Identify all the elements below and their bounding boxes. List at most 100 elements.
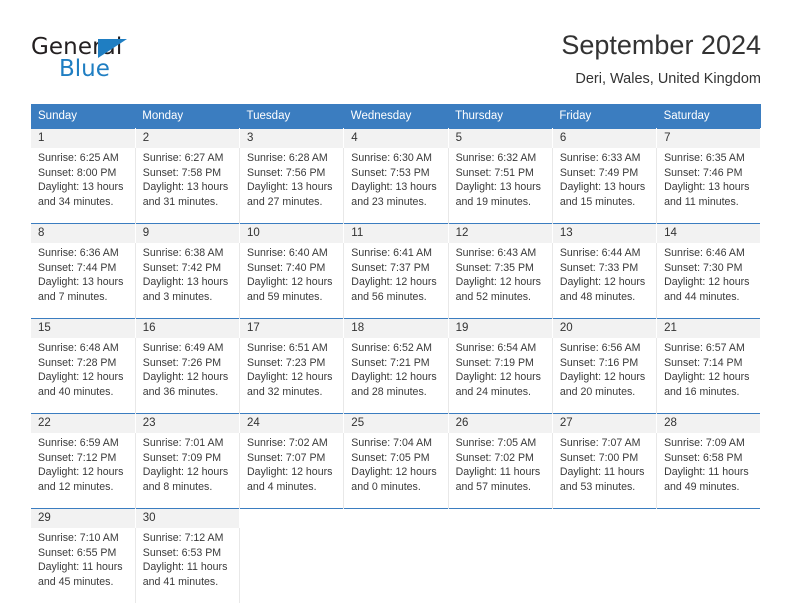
day-detail-cell[interactable]: Sunrise: 6:52 AM Sunset: 7:21 PM Daylight:…: [343, 338, 449, 414]
day-number-cell[interactable]: 14: [656, 223, 762, 243]
day-detail-cell[interactable]: Sunrise: 6:46 AM Sunset: 7:30 PM Daylight:…: [656, 243, 761, 319]
empty-day-cell: [239, 508, 345, 528]
sunset-text: Sunset: 7:44 PM: [38, 261, 117, 274]
daylight-text: Daylight: 12 hours and 52 minutes.: [455, 276, 541, 303]
day-number-cell[interactable]: 12: [448, 223, 553, 243]
day-detail-cell[interactable]: Sunrise: 6:43 AM Sunset: 7:35 PM Daylight:…: [448, 243, 553, 319]
day-number-cell[interactable]: 5: [448, 128, 553, 148]
sunset-text: Sunset: 7:05 PM: [351, 451, 430, 464]
sunrise-text: Sunrise: 6:59 AM: [38, 437, 119, 449]
logo-text-blue: Blue: [59, 56, 110, 82]
page-title: September 2024: [561, 30, 761, 60]
sunset-text: Sunset: 7:23 PM: [247, 356, 326, 369]
day-detail-cell[interactable]: Sunrise: 6:38 AM Sunset: 7:42 PM Daylight:…: [135, 243, 241, 319]
weekday-header-friday: Friday: [552, 104, 657, 129]
day-detail-cell[interactable]: Sunrise: 6:49 AM Sunset: 7:26 PM Daylight:…: [135, 338, 241, 414]
day-number-cell[interactable]: 24: [239, 413, 345, 433]
day-number-cell[interactable]: 7: [656, 128, 762, 148]
sunset-text: Sunset: 7:37 PM: [351, 261, 430, 274]
sunset-text: Sunset: 7:12 PM: [38, 451, 117, 464]
sunrise-text: Sunrise: 6:57 AM: [664, 342, 745, 354]
sunset-text: Sunset: 7:35 PM: [455, 261, 534, 274]
day-number-cell[interactable]: 20: [552, 318, 658, 338]
day-number-cell[interactable]: 8: [31, 223, 136, 243]
day-number-cell[interactable]: 9: [135, 223, 241, 243]
day-number-cell[interactable]: 10: [239, 223, 345, 243]
sunset-text: Sunset: 7:16 PM: [559, 356, 639, 369]
sunset-text: Sunset: 7:21 PM: [351, 356, 430, 369]
day-detail-cell[interactable]: Sunrise: 7:09 AM Sunset: 6:58 PM Daylight:…: [656, 433, 761, 509]
day-detail-cell[interactable]: Sunrise: 6:44 AM Sunset: 7:33 PM Daylight:…: [552, 243, 658, 319]
sunrise-text: Sunrise: 6:43 AM: [455, 247, 537, 259]
sunset-text: Sunset: 8:00 PM: [38, 166, 117, 179]
day-detail-cell[interactable]: Sunrise: 6:35 AM Sunset: 7:46 PM Daylight:…: [656, 148, 761, 224]
day-number-cell[interactable]: 30: [135, 508, 241, 528]
sunrise-text: Sunrise: 6:54 AM: [455, 342, 537, 354]
week-daynumber-row: 22 23 24 25 26 27 28: [31, 413, 762, 433]
day-detail-cell[interactable]: Sunrise: 7:07 AM Sunset: 7:00 PM Daylight:…: [552, 433, 658, 509]
calendar-header-row: Sunday Monday Tuesday Wednesday Thursday…: [31, 104, 761, 129]
sunset-text: Sunset: 7:30 PM: [664, 261, 743, 274]
sunrise-text: Sunrise: 7:12 AM: [142, 532, 224, 544]
sunset-text: Sunset: 6:58 PM: [664, 451, 743, 464]
day-number-cell[interactable]: 16: [135, 318, 241, 338]
day-number-cell[interactable]: 2: [135, 128, 241, 148]
day-detail-cell[interactable]: Sunrise: 6:28 AM Sunset: 7:56 PM Daylight:…: [239, 148, 345, 224]
day-detail-cell[interactable]: Sunrise: 6:51 AM Sunset: 7:23 PM Daylight:…: [239, 338, 345, 414]
day-detail-cell[interactable]: Sunrise: 6:33 AM Sunset: 7:49 PM Daylight:…: [552, 148, 658, 224]
day-number-cell[interactable]: 13: [552, 223, 658, 243]
day-detail-cell[interactable]: Sunrise: 6:36 AM Sunset: 7:44 PM Daylight:…: [31, 243, 136, 319]
daylight-text: Daylight: 11 hours and 41 minutes.: [142, 561, 228, 588]
day-number-cell[interactable]: 3: [239, 128, 345, 148]
daylight-text: Daylight: 12 hours and 32 minutes.: [247, 371, 333, 398]
day-detail-cell[interactable]: Sunrise: 7:01 AM Sunset: 7:09 PM Daylight:…: [135, 433, 241, 509]
day-number-cell[interactable]: 15: [31, 318, 136, 338]
day-detail-cell[interactable]: Sunrise: 7:10 AM Sunset: 6:55 PM Daylight:…: [31, 528, 136, 603]
day-detail-cell[interactable]: Sunrise: 6:30 AM Sunset: 7:53 PM Daylight:…: [343, 148, 449, 224]
day-detail-cell[interactable]: Sunrise: 7:04 AM Sunset: 7:05 PM Daylight:…: [343, 433, 449, 509]
day-number-cell[interactable]: 29: [31, 508, 136, 528]
daylight-text: Daylight: 12 hours and 0 minutes.: [351, 466, 437, 493]
day-detail-cell[interactable]: Sunrise: 6:57 AM Sunset: 7:14 PM Daylight:…: [656, 338, 761, 414]
day-number-cell[interactable]: 17: [239, 318, 345, 338]
daylight-text: Daylight: 12 hours and 24 minutes.: [455, 371, 541, 398]
day-number-cell[interactable]: 4: [343, 128, 449, 148]
day-detail-cell[interactable]: Sunrise: 7:02 AM Sunset: 7:07 PM Daylight:…: [239, 433, 345, 509]
sunrise-text: Sunrise: 6:38 AM: [142, 247, 224, 259]
week-daynumber-row: 1234567: [31, 128, 762, 148]
empty-day-cell: [343, 508, 449, 528]
day-number-cell[interactable]: 22: [31, 413, 136, 433]
day-detail-cell[interactable]: Sunrise: 7:05 AM Sunset: 7:02 PM Daylight:…: [448, 433, 553, 509]
day-number-cell[interactable]: 1: [31, 128, 136, 148]
day-detail-cell[interactable]: Sunrise: 6:48 AM Sunset: 7:28 PM Daylight:…: [31, 338, 136, 414]
day-number-cell[interactable]: 27: [552, 413, 658, 433]
day-number-cell[interactable]: 19: [448, 318, 553, 338]
sunset-text: Sunset: 7:07 PM: [247, 451, 326, 464]
day-number-cell[interactable]: 28: [656, 413, 762, 433]
day-detail-cell[interactable]: Sunrise: 6:54 AM Sunset: 7:19 PM Daylight:…: [448, 338, 553, 414]
day-number-cell[interactable]: 21: [656, 318, 762, 338]
daylight-text: Daylight: 12 hours and 12 minutes.: [38, 466, 124, 493]
day-detail-cell[interactable]: Sunrise: 6:41 AM Sunset: 7:37 PM Daylight:…: [343, 243, 449, 319]
day-detail-cell[interactable]: Sunrise: 6:56 AM Sunset: 7:16 PM Daylight:…: [552, 338, 658, 414]
empty-detail-cell: [656, 528, 761, 603]
day-detail-cell[interactable]: Sunrise: 6:40 AM Sunset: 7:40 PM Daylight:…: [239, 243, 345, 319]
day-detail-cell[interactable]: Sunrise: 7:12 AM Sunset: 6:53 PM Daylight:…: [135, 528, 241, 603]
day-detail-cell[interactable]: Sunrise: 6:59 AM Sunset: 7:12 PM Daylight:…: [31, 433, 136, 509]
general-blue-logo[interactable]: General Blue: [31, 34, 211, 92]
day-number-cell[interactable]: 6: [552, 128, 658, 148]
day-number-cell[interactable]: 11: [343, 223, 449, 243]
day-number-cell[interactable]: 25: [343, 413, 449, 433]
day-number-cell[interactable]: 18: [343, 318, 449, 338]
day-detail-cell[interactable]: Sunrise: 6:27 AM Sunset: 7:58 PM Daylight:…: [135, 148, 241, 224]
sunset-text: Sunset: 7:49 PM: [559, 166, 639, 179]
day-detail-cell[interactable]: Sunrise: 6:25 AM Sunset: 8:00 PM Daylight:…: [31, 148, 136, 224]
daylight-text: Daylight: 13 hours and 34 minutes.: [38, 181, 124, 208]
day-number-cell[interactable]: 26: [448, 413, 553, 433]
day-detail-cell[interactable]: Sunrise: 6:32 AM Sunset: 7:51 PM Daylight:…: [448, 148, 553, 224]
weekday-header-monday: Monday: [135, 104, 240, 129]
daylight-text: Daylight: 12 hours and 28 minutes.: [351, 371, 437, 398]
day-number-cell[interactable]: 23: [135, 413, 241, 433]
daylight-text: Daylight: 13 hours and 11 minutes.: [664, 181, 750, 208]
calendar-table: Sunday Monday Tuesday Wednesday Thursday…: [31, 104, 762, 603]
